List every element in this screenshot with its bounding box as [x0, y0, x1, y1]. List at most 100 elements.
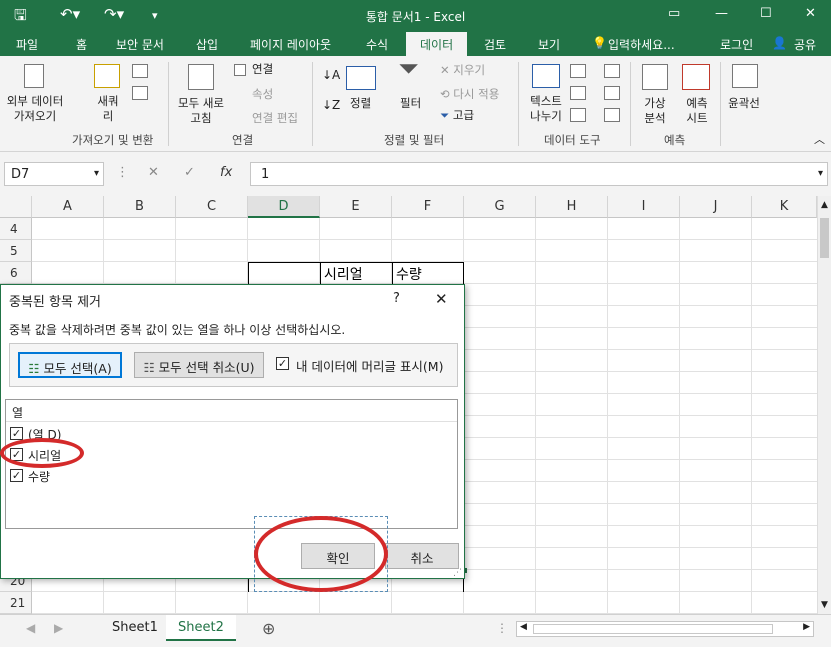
ribbon-display-icon[interactable]: ▭ [668, 6, 680, 21]
unselect-all-button[interactable]: ☷ 모두 선택 취소(U) [134, 352, 264, 378]
what-if-icon [642, 64, 668, 90]
tab-file[interactable]: 파일 [16, 36, 38, 53]
share-icon[interactable]: 👤 [772, 36, 787, 50]
group-connections: 연결 [232, 133, 254, 147]
hscroll-thumb[interactable] [533, 624, 773, 634]
edit-links-button[interactable]: 연결 편집 [252, 110, 298, 126]
consolidate-icon[interactable] [604, 64, 620, 78]
scroll-left-icon[interactable]: ◀ [520, 622, 527, 632]
vertical-scrollbar[interactable]: ▲ ▼ [817, 196, 831, 614]
outline-button[interactable]: 윤곽선 [722, 96, 766, 111]
row-header[interactable]: 21 [0, 592, 32, 614]
group-separator [312, 62, 313, 146]
help-button[interactable]: ? [393, 291, 400, 306]
filter-button[interactable]: 필터 [400, 96, 421, 111]
column-header[interactable]: C [176, 196, 248, 218]
split-handle-icon[interactable]: ⋮ [496, 621, 508, 635]
properties-button[interactable]: 속성 [252, 86, 273, 102]
recent-icon[interactable] [132, 86, 148, 100]
horizontal-scrollbar[interactable]: ◀ ▶ [516, 621, 814, 637]
row-header[interactable]: 6 [0, 262, 32, 284]
table-icon[interactable] [132, 64, 148, 78]
tell-me-input[interactable]: 입력하세요... [608, 36, 675, 53]
external-data-button[interactable]: 외부 데이터 가져오기 [2, 94, 68, 124]
sort-desc-icon[interactable]: ↓Z [322, 98, 340, 113]
tab-page-layout[interactable]: 페이지 레이아웃 [250, 36, 331, 53]
tab-data[interactable]: 데이터 [406, 32, 468, 56]
column-header[interactable]: D [248, 196, 320, 218]
what-if-button[interactable]: 가상 분석 [636, 96, 674, 126]
chevron-down-icon[interactable]: ▾ [94, 168, 99, 179]
share-button[interactable]: 공유 [794, 36, 816, 53]
scroll-up-icon[interactable]: ▲ [818, 200, 831, 210]
column-header[interactable]: B [104, 196, 176, 218]
flash-fill-icon[interactable] [570, 64, 586, 78]
cancel-button[interactable]: 취소 [385, 543, 459, 569]
column-header[interactable]: G [464, 196, 536, 218]
tab-home[interactable]: 홈 [76, 36, 87, 53]
has-headers-checkbox[interactable]: ✓ [276, 357, 289, 370]
column-header[interactable]: E [320, 196, 392, 218]
new-query-button[interactable]: 새쿼 리 [90, 94, 126, 124]
close-icon[interactable]: ✕ [805, 6, 816, 21]
add-sheet-icon[interactable]: ⊕ [262, 619, 275, 638]
resize-grip-icon[interactable]: ⋰ [453, 568, 462, 578]
remove-duplicates-icon[interactable] [570, 86, 586, 100]
column-checkbox[interactable]: ✓ [10, 469, 23, 482]
data-validation-icon[interactable] [570, 108, 586, 122]
text-to-columns-button[interactable]: 텍스트 나누기 [524, 94, 568, 124]
cell-e6[interactable]: 시리얼 [320, 262, 367, 286]
forecast-sheet-button[interactable]: 예측 시트 [678, 96, 716, 126]
tab-review[interactable]: 검토 [484, 36, 506, 53]
sort-button[interactable]: 정렬 [350, 96, 371, 111]
tab-view[interactable]: 보기 [538, 36, 560, 53]
insert-function-icon[interactable]: fx [220, 165, 232, 180]
column-header[interactable]: H [536, 196, 608, 218]
clear-button[interactable]: ✕ 지우기 [440, 62, 485, 78]
formula-input[interactable]: 1 ▾ [250, 162, 828, 186]
column-header[interactable]: A [32, 196, 104, 218]
sheet-tab[interactable]: Sheet1 [100, 615, 170, 641]
row-header[interactable]: 4 [0, 218, 32, 240]
data-model-icon[interactable] [604, 108, 620, 122]
expand-formula-icon[interactable]: ▾ [818, 168, 823, 179]
ribbon-tabs: 파일 홈 보안 문서 삽입 페이지 레이아웃 수식 데이터 검토 보기 💡 입력… [0, 32, 831, 56]
connections-button[interactable]: 연결 [252, 62, 273, 77]
column-item-label: 수량 [28, 470, 51, 484]
tab-formula[interactable]: 수식 [366, 36, 388, 53]
scroll-down-icon[interactable]: ▼ [821, 600, 828, 610]
column-header[interactable]: I [608, 196, 680, 218]
tab-insert[interactable]: 삽입 [196, 36, 218, 53]
scroll-right-icon[interactable]: ▶ [803, 622, 810, 632]
advanced-button[interactable]: ⏷ 고급 [440, 108, 474, 123]
scroll-thumb[interactable] [820, 218, 829, 258]
name-box[interactable]: D7 ▾ [4, 162, 104, 186]
cell-f6[interactable]: 수량 [392, 262, 426, 286]
sheet-tab-active[interactable]: Sheet2 [166, 615, 236, 641]
relationships-icon[interactable] [604, 86, 620, 100]
collapse-ribbon-icon[interactable]: ︿ [814, 132, 825, 147]
cancel-icon[interactable]: ✕ [148, 165, 159, 180]
prev-sheet-icon[interactable]: ◀ [26, 621, 35, 635]
annotation-oval [0, 438, 84, 468]
drag-handle-icon[interactable]: ⋮ [116, 165, 129, 180]
column-header[interactable]: F [392, 196, 464, 218]
minimize-icon[interactable]: — [715, 6, 728, 21]
columns-list[interactable]: 열 ✓ (열 D) ✓ 시리얼 ✓ 수량 [5, 399, 458, 529]
login-link[interactable]: 로그인 [720, 36, 753, 53]
column-header[interactable]: K [752, 196, 817, 218]
enter-icon[interactable]: ✓ [184, 165, 195, 180]
reapply-button[interactable]: ⟲ 다시 적용 [440, 86, 499, 102]
maximize-icon[interactable]: ☐ [760, 6, 772, 21]
select-all-button[interactable]: ☷ 모두 선택(A) [18, 352, 122, 378]
list-icon: ☷ [143, 360, 155, 375]
column-header[interactable]: J [680, 196, 752, 218]
close-icon[interactable]: ✕ [435, 290, 448, 308]
row-header[interactable]: 5 [0, 240, 32, 262]
next-sheet-icon[interactable]: ▶ [54, 621, 63, 635]
column-checkbox[interactable]: ✓ [10, 427, 23, 440]
sort-asc-icon[interactable]: ↓A [322, 68, 340, 83]
tab-security[interactable]: 보안 문서 [116, 36, 164, 53]
refresh-all-button[interactable]: 모두 새로 고침 [172, 96, 230, 126]
select-all-corner[interactable] [0, 196, 32, 218]
